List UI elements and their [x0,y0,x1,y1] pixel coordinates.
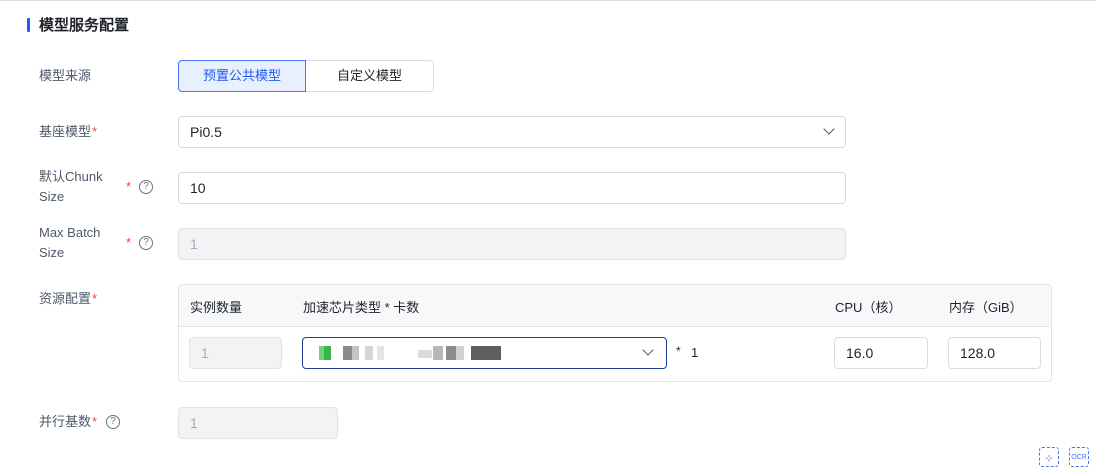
ocr-icon[interactable]: OCR [1069,447,1089,467]
redacted-pixel [365,346,373,360]
chevron-down-icon [642,344,654,356]
required-mark: * [126,179,132,194]
chunk-size-label: 默认Chunk Size [39,169,103,204]
model-source-label: 模型来源 [39,68,92,83]
redacted-pixel [456,346,464,360]
help-icon[interactable]: ? [139,180,153,194]
memory-input[interactable]: 128.0 [948,337,1041,369]
redacted-pixel [418,350,432,358]
required-mark: * [92,124,98,139]
title-accent-bar [27,17,30,32]
redacted-pixel [324,346,331,360]
resource-label: 资源配置* [39,291,98,306]
required-mark: * [126,235,132,250]
help-icon[interactable]: ? [139,236,153,250]
redacted-pixel [352,346,359,360]
required-mark: * [92,291,98,306]
help-icon[interactable]: ? [106,415,120,429]
header-memory: 内存（GiB） [949,300,1023,315]
section-title-text: 模型服务配置 [39,17,130,34]
base-model-select[interactable]: Pi0.5 [178,116,846,148]
redacted-pixel [446,346,456,360]
expand-icon[interactable]: ⊹ [1039,447,1059,467]
required-mark: * [92,414,98,429]
section-title: 模型服务配置 [27,14,129,35]
redacted-pixel [377,346,384,360]
base-model-value: Pi0.5 [190,124,222,140]
redacted-pixel [471,346,501,360]
multiplier-sign: * [676,344,681,358]
chip-type-select[interactable] [302,337,667,369]
chunk-size-input[interactable]: 10 [178,172,846,204]
cpu-input[interactable]: 16.0 [834,337,928,369]
max-batch-label: Max Batch Size [39,225,101,260]
model-source-segmented: 预置公共模型 自定义模型 [178,60,434,92]
redacted-pixel [343,346,352,360]
redacted-pixel [433,346,443,360]
resource-table-header: 实例数量 加速芯片类型 * 卡数 CPU（核） 内存（GiB） [179,285,1051,327]
header-cpu: CPU（核） [835,300,902,315]
max-batch-input[interactable]: 1 [178,228,846,260]
instances-input[interactable]: 1 [189,337,282,369]
preset-model-option[interactable]: 预置公共模型 [178,60,306,92]
header-chip-type: 加速芯片类型 * 卡数 [303,300,420,315]
parallel-label: 并行基数* [39,414,98,429]
card-count: 1 [691,345,699,360]
header-instances: 实例数量 [190,300,243,315]
custom-model-option[interactable]: 自定义模型 [306,60,434,92]
base-model-label: 基座模型* [39,124,98,139]
parallel-input[interactable]: 1 [178,407,338,439]
chevron-down-icon [823,123,835,135]
